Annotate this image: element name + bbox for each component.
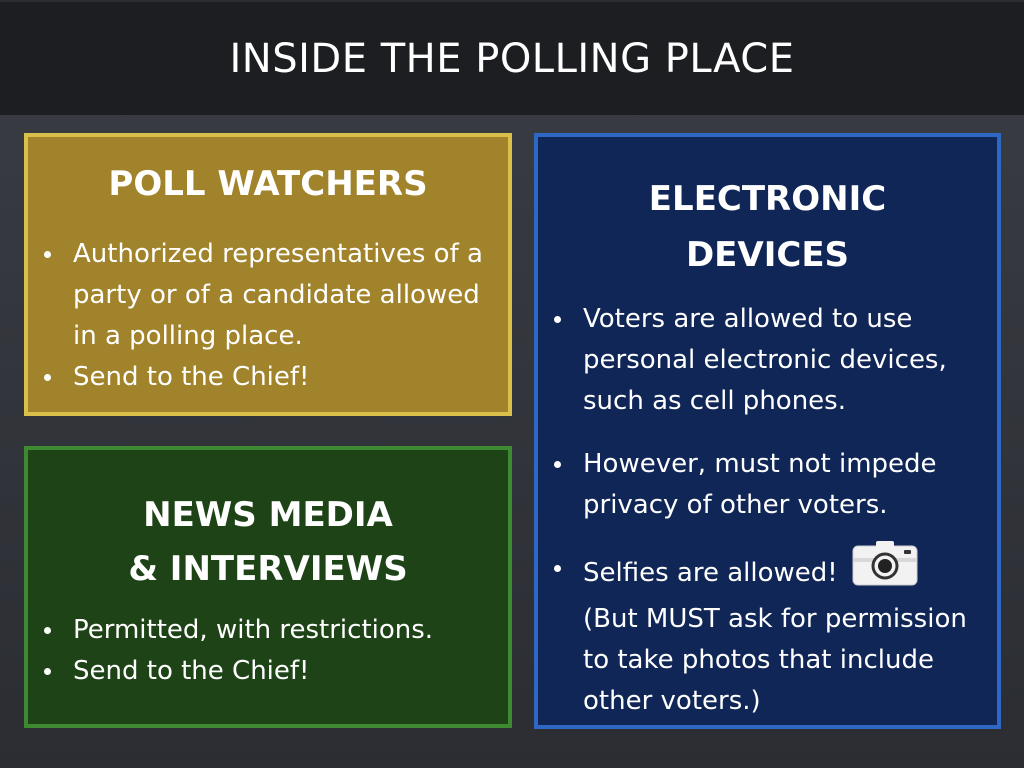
list-item: Permitted, with restrictions.: [32, 610, 502, 651]
electronic-devices-panel: ELECTRONIC DEVICES Voters are allowed to…: [534, 133, 1001, 729]
news-media-list: Permitted, with restrictions. Send to th…: [32, 610, 502, 692]
news-media-heading: NEWS MEDIA & INTERVIEWS: [28, 488, 508, 596]
electronic-devices-heading: ELECTRONIC DEVICES: [538, 171, 997, 283]
news-media-heading-line1: NEWS MEDIA: [143, 495, 393, 535]
list-item-text: However, must not impede privacy of othe…: [583, 449, 937, 520]
bullet-dot: [44, 627, 51, 634]
bullet-dot: [44, 251, 51, 258]
electronic-devices-heading-line1: ELECTRONIC: [648, 179, 887, 219]
list-item-text: Send to the Chief!: [73, 362, 310, 392]
list-item: Send to the Chief!: [32, 651, 502, 692]
news-media-panel: NEWS MEDIA & INTERVIEWS Permitted, with …: [24, 446, 512, 728]
list-item: Authorized representatives of a party or…: [32, 234, 502, 357]
list-item: Selfies are allowed! (But MUST ask for p…: [542, 541, 992, 722]
title-bar: INSIDE THE POLLING PLACE: [0, 0, 1024, 115]
bullet-dot: [554, 316, 561, 323]
page-title: INSIDE THE POLLING PLACE: [229, 35, 795, 82]
news-media-heading-line2: & INTERVIEWS: [128, 549, 408, 589]
electronic-devices-list: Voters are allowed to use personal elect…: [542, 299, 992, 744]
bullet-dot: [44, 374, 51, 381]
list-item-text: Voters are allowed to use personal elect…: [583, 304, 947, 416]
poll-watchers-list: Authorized representatives of a party or…: [32, 234, 502, 398]
list-item: However, must not impede privacy of othe…: [542, 444, 992, 526]
bullet-dot: [44, 668, 51, 675]
poll-watchers-panel: POLL WATCHERS Authorized representatives…: [24, 133, 512, 416]
electronic-devices-heading-line2: DEVICES: [685, 235, 850, 275]
camera-icon: [852, 540, 918, 599]
bullet-dot: [554, 565, 561, 572]
list-item-text: Permitted, with restrictions.: [73, 615, 434, 645]
bullet-dot: [554, 461, 561, 468]
list-item: Voters are allowed to use personal elect…: [542, 299, 992, 422]
list-item: Send to the Chief!: [32, 357, 502, 398]
list-item-text: Selfies are allowed!: [583, 558, 838, 588]
list-item-subtext: (But MUST ask for permission to take pho…: [583, 604, 967, 716]
poll-watchers-heading: POLL WATCHERS: [108, 164, 428, 204]
list-item-text: Send to the Chief!: [73, 656, 310, 686]
list-item-text: Authorized representatives of a party or…: [73, 239, 483, 351]
